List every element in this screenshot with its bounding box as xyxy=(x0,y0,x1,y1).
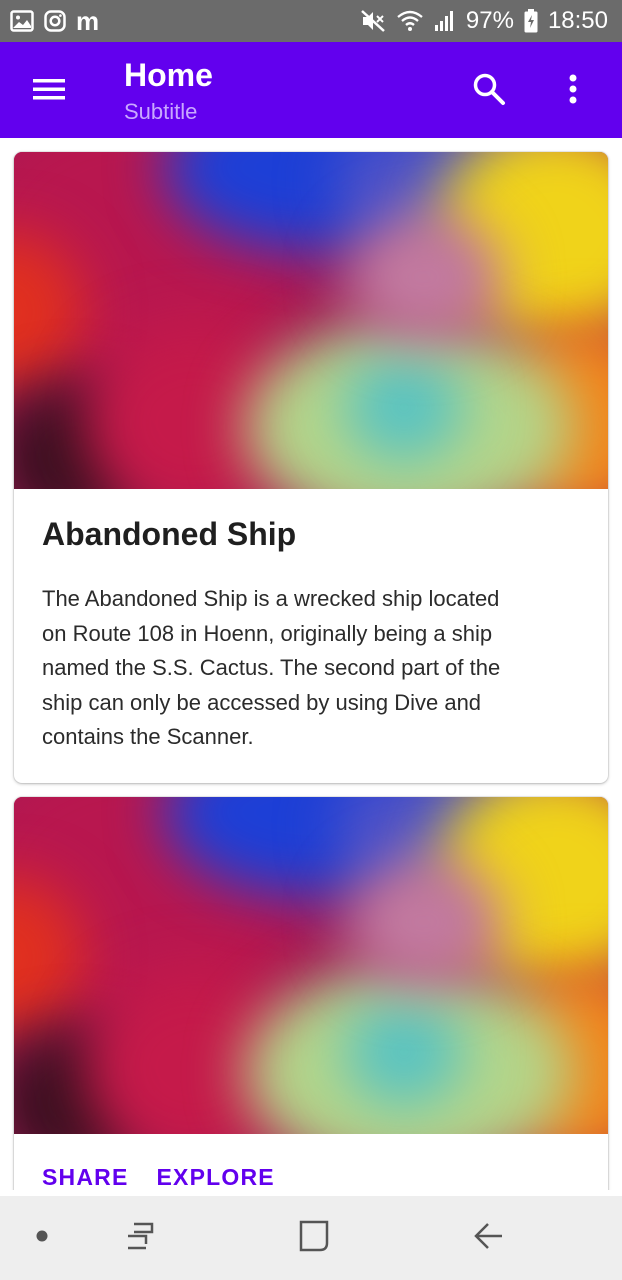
back-icon xyxy=(472,1221,504,1256)
card-list[interactable]: Abandoned Ship The Abandoned Ship is a w… xyxy=(0,138,622,1190)
dot-icon xyxy=(35,1229,49,1248)
card-description-line: ship can only be accessed by using Dive … xyxy=(42,689,482,715)
page-title: Home xyxy=(124,57,213,93)
home-icon xyxy=(298,1219,330,1258)
app-bar: Home Subtitle xyxy=(0,42,622,138)
status-left: m xyxy=(10,8,99,34)
card-description-line: contains the Scanner. xyxy=(42,724,254,749)
card-image xyxy=(14,152,608,489)
mute-icon xyxy=(360,9,386,33)
card[interactable]: SHARE EXPLORE xyxy=(14,797,608,1190)
status-right: 97% 18:50 xyxy=(360,9,608,33)
recent-apps-button[interactable] xyxy=(118,1214,162,1262)
menu-button[interactable] xyxy=(26,70,72,112)
page-subtitle: Subtitle xyxy=(124,99,198,124)
home-button[interactable] xyxy=(292,1214,336,1262)
status-bar: m 97% 18:50 xyxy=(0,0,622,42)
search-icon xyxy=(472,72,506,111)
image-icon xyxy=(10,10,34,32)
menu-icon xyxy=(33,77,65,106)
search-button[interactable] xyxy=(466,68,512,114)
instagram-icon xyxy=(44,10,66,32)
battery-percent: 97% xyxy=(465,7,514,34)
share-button[interactable]: SHARE xyxy=(28,1155,143,1190)
system-nav-bar xyxy=(0,1196,622,1280)
more-vertical-icon xyxy=(568,74,578,109)
clock: 18:50 xyxy=(547,7,608,34)
recent-apps-icon xyxy=(124,1221,156,1256)
card[interactable]: Abandoned Ship The Abandoned Ship is a w… xyxy=(14,152,608,783)
nav-dot[interactable] xyxy=(30,1214,54,1262)
back-button[interactable] xyxy=(466,1214,510,1262)
card-description: The Abandoned Ship is a wrecked ship loc… xyxy=(42,582,582,755)
card-actions: SHARE EXPLORE xyxy=(28,1155,289,1190)
status-app-letter: m xyxy=(76,6,100,36)
card-description-line: The Abandoned Ship is a wrecked ship loc… xyxy=(42,586,500,611)
card-image xyxy=(14,797,608,1134)
wifi-icon xyxy=(396,9,424,33)
battery-charging-icon xyxy=(524,9,538,33)
title-block: Home Subtitle xyxy=(124,56,213,126)
card-description-line: on Route 108 in Hoenn, originally being … xyxy=(42,620,493,646)
more-options-button[interactable] xyxy=(552,68,594,114)
signal-icon xyxy=(434,10,456,32)
explore-button[interactable]: EXPLORE xyxy=(143,1155,289,1190)
card-description-line: named the S.S. Cactus. The second part o… xyxy=(42,655,501,680)
card-title: Abandoned Ship xyxy=(42,516,297,552)
